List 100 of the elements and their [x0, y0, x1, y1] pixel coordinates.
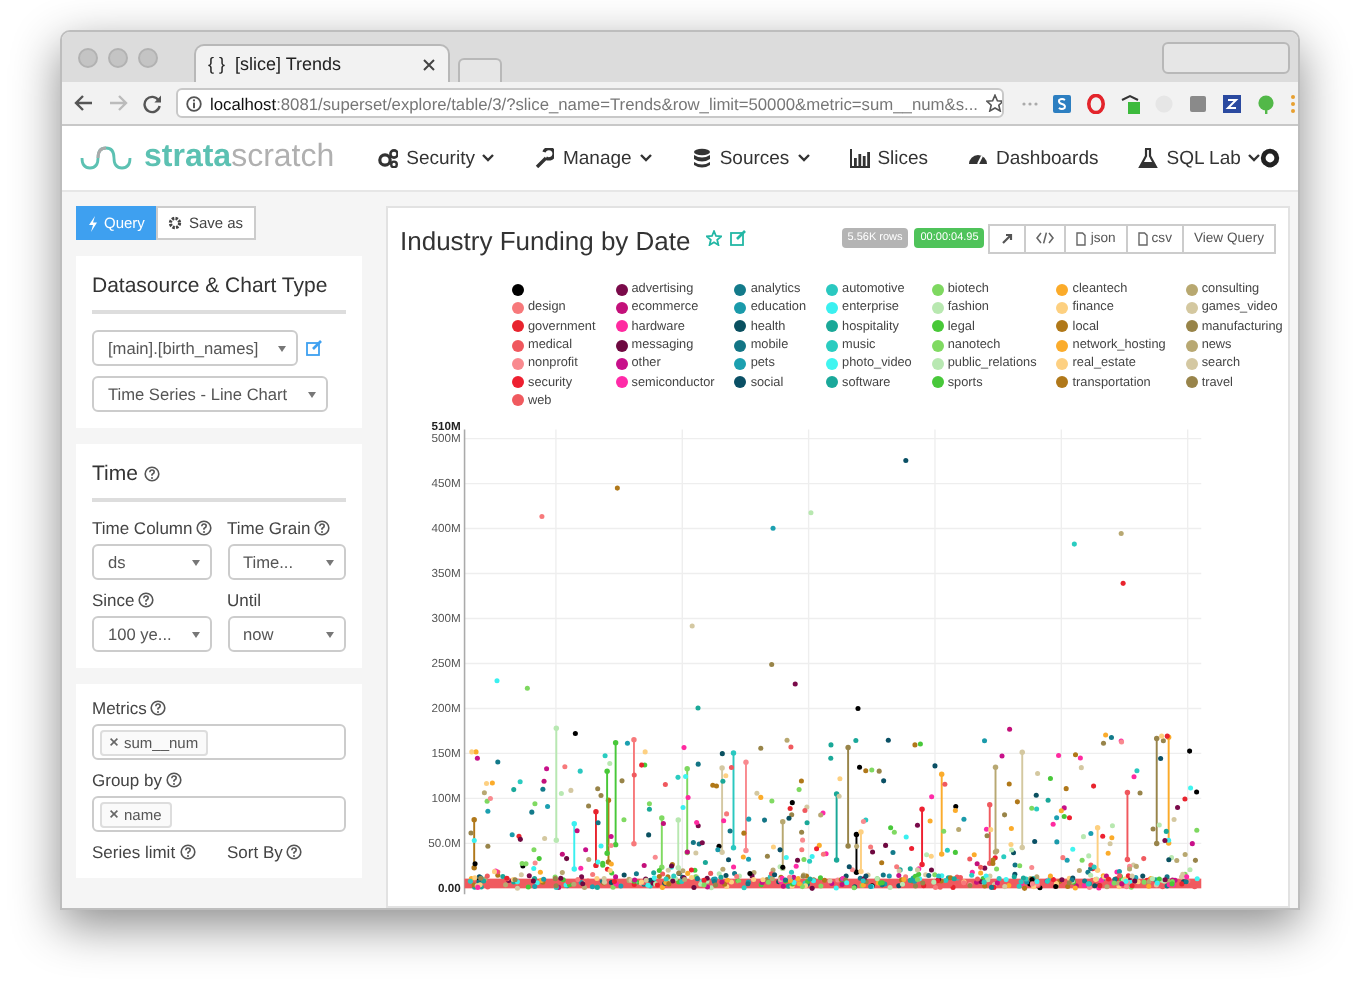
legend-dot[interactable]	[615, 376, 628, 389]
star-icon[interactable]	[986, 94, 1002, 112]
legend-dot[interactable]	[1056, 320, 1069, 333]
legend-dot[interactable]	[615, 320, 628, 333]
legend-dot[interactable]	[1185, 339, 1198, 352]
embed-code-button[interactable]	[1024, 223, 1067, 253]
nav-menu-item[interactable]: Slices	[849, 147, 929, 169]
field-label: Time Column	[92, 518, 193, 538]
field-label: Since	[92, 590, 135, 610]
caret-icon	[307, 391, 316, 397]
edit-icon[interactable]	[730, 230, 747, 246]
legend-dot[interactable]	[734, 376, 747, 389]
legend-dot[interactable]	[615, 339, 628, 352]
dropdown-select[interactable]: ds	[92, 544, 211, 580]
legend-dot[interactable]	[1185, 283, 1198, 296]
legend-dot[interactable]	[1185, 301, 1198, 314]
gear-icon	[168, 216, 183, 230]
legend-dot[interactable]	[931, 339, 944, 352]
help-icon[interactable]	[314, 520, 331, 536]
legend-dot[interactable]	[826, 301, 839, 314]
legend-dot[interactable]	[512, 394, 524, 407]
link-icon	[1000, 231, 1015, 245]
legend-dot[interactable]	[1056, 283, 1069, 296]
code-icon	[1036, 232, 1055, 244]
legend-dot[interactable]	[826, 376, 839, 389]
nav-menu-item[interactable]: Dashboards	[968, 147, 1099, 169]
caret-icon	[326, 559, 334, 565]
legend-dot[interactable]	[931, 320, 944, 333]
caret-icon	[191, 631, 200, 637]
reload-icon[interactable]	[142, 93, 162, 113]
legend-dot[interactable]	[734, 357, 747, 370]
legend-dot[interactable]	[826, 320, 839, 333]
field-label: Time Grain	[227, 518, 311, 538]
legend-dot[interactable]	[512, 283, 524, 296]
help-icon[interactable]	[138, 592, 155, 608]
bar-chart-icon	[849, 148, 870, 168]
link-button[interactable]	[988, 223, 1027, 253]
legend-dot[interactable]	[1056, 357, 1069, 370]
nav-menu-item[interactable]: Sources	[691, 147, 810, 169]
legend-dot[interactable]	[512, 320, 524, 333]
legend-dot[interactable]	[512, 339, 524, 352]
edit-icon[interactable]	[306, 340, 323, 356]
legend-dot[interactable]	[1056, 301, 1069, 314]
legend-dot[interactable]	[734, 301, 747, 314]
panel-title: Datasource & Chart Type	[92, 274, 328, 298]
help-icon[interactable]	[196, 520, 213, 536]
legend-dot[interactable]	[734, 339, 747, 352]
legend-dot[interactable]	[615, 357, 628, 370]
help-icon[interactable]	[286, 844, 303, 860]
dropdown-select[interactable]: [main].[birth_names]	[92, 330, 299, 366]
logo-icon[interactable]	[80, 144, 132, 172]
legend-dot[interactable]	[615, 301, 628, 314]
legend-dot[interactable]	[734, 283, 747, 296]
legend-dot[interactable]	[826, 339, 839, 352]
help-icon[interactable]	[150, 700, 167, 716]
close-icon[interactable]	[422, 57, 436, 71]
info-icon[interactable]	[186, 95, 202, 111]
remove-icon[interactable]	[110, 738, 118, 746]
legend-dot[interactable]	[1185, 376, 1198, 389]
forward-icon[interactable]	[108, 94, 128, 112]
browser-tab[interactable]: { } [slice] Trends	[194, 44, 450, 82]
database-icon	[691, 148, 712, 168]
dropdown-select[interactable]: 100 ye...	[92, 616, 211, 652]
help-icon[interactable]	[165, 772, 182, 788]
address-bar[interactable]: localhost:8081/superset/explore/table/3/?slice_name=Trends&row_limit=50000&metric=sum__num&s...	[176, 88, 1004, 118]
help-icon[interactable]	[179, 844, 196, 860]
legend-dot[interactable]	[512, 357, 524, 370]
legend-dot[interactable]	[931, 376, 944, 389]
legend-dot[interactable]	[826, 357, 839, 370]
nav-menu-item[interactable]: SQL Lab	[1138, 147, 1261, 169]
file-icon	[1137, 231, 1148, 245]
nav-menu-item[interactable]: Security	[378, 147, 495, 169]
legend-dot[interactable]	[615, 283, 628, 296]
extension-icon[interactable]	[1120, 93, 1140, 113]
legend-dot[interactable]	[931, 283, 944, 296]
legend-dot[interactable]	[826, 283, 839, 296]
dropdown-select[interactable]: Time Series - Line Chart	[92, 376, 328, 412]
dropdown-select[interactable]: now	[227, 616, 346, 652]
field-label: Sort By	[227, 842, 283, 862]
legend-dot[interactable]	[1056, 339, 1069, 352]
legend-dot[interactable]	[734, 320, 747, 333]
field-label: Metrics	[92, 698, 147, 718]
flask-icon	[1138, 148, 1159, 168]
legend-dot[interactable]	[1185, 320, 1198, 333]
field-label: Until	[227, 590, 262, 610]
legend-dot[interactable]	[931, 357, 944, 370]
legend-dot[interactable]	[1185, 357, 1198, 370]
legend-dot[interactable]	[931, 301, 944, 314]
back-icon[interactable]	[74, 94, 94, 112]
star-icon[interactable]	[706, 230, 723, 246]
help-icon[interactable]	[143, 466, 160, 482]
legend-dot[interactable]	[512, 376, 524, 389]
legend-dot[interactable]	[512, 301, 524, 314]
file-icon	[1076, 231, 1087, 245]
nav-menu-item[interactable]: Manage	[534, 147, 652, 169]
legend-dot[interactable]	[1056, 376, 1069, 389]
remove-icon[interactable]	[110, 810, 118, 818]
extension-icon[interactable]	[1222, 93, 1242, 113]
menu-icon[interactable]	[1290, 93, 1296, 113]
dropdown-select[interactable]: Time...	[227, 544, 346, 580]
